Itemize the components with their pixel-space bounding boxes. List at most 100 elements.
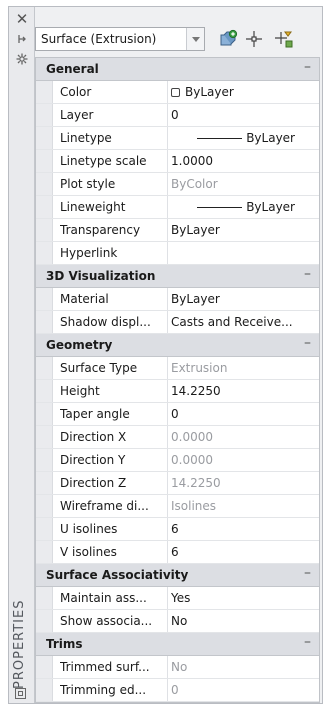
- row-gutter: [36, 610, 53, 632]
- object-type-dropdown[interactable]: Surface (Extrusion): [35, 27, 205, 51]
- section-general[interactable]: General –: [36, 58, 319, 81]
- column-divider: [167, 656, 168, 678]
- property-row-maintain-associativity[interactable]: Maintain ass... Yes: [36, 587, 319, 610]
- collapse-icon[interactable]: –: [304, 634, 311, 650]
- lineweight-value-text: ByLayer: [246, 200, 295, 214]
- column-divider: [167, 311, 168, 333]
- section-geometry[interactable]: Geometry –: [36, 334, 319, 357]
- autohide-icon[interactable]: [11, 33, 33, 49]
- property-value[interactable]: 6: [171, 522, 297, 536]
- property-value: 0.0000: [171, 453, 213, 467]
- properties-palette: ✕ PROPERTIES Surface (Extrusion) General…: [8, 6, 323, 704]
- row-gutter: [36, 81, 53, 103]
- property-row-transparency[interactable]: Transparency ByLayer: [36, 219, 319, 242]
- property-name: Hyperlink: [60, 246, 118, 260]
- property-grid: General – Color ByLayer Layer 0 Linetype…: [35, 57, 320, 703]
- property-row-height[interactable]: Height 14.2250: [36, 380, 319, 403]
- property-row-linetype[interactable]: Linetype ByLayer: [36, 127, 319, 150]
- section-title: Trims: [46, 637, 83, 651]
- property-row-trimming-edges: Trimming ed... 0: [36, 679, 319, 702]
- section-title: Surface Associativity: [46, 568, 189, 582]
- chevron-down-icon[interactable]: [186, 28, 204, 50]
- palette-title-bar[interactable]: ✕ PROPERTIES: [9, 7, 35, 703]
- property-name: U isolines: [60, 522, 118, 536]
- collapse-icon[interactable]: –: [304, 59, 311, 75]
- property-row-u-isolines[interactable]: U isolines 6: [36, 518, 319, 541]
- column-divider: [167, 518, 168, 540]
- section-3d-visualization[interactable]: 3D Visualization –: [36, 265, 319, 288]
- collapse-icon[interactable]: –: [304, 335, 311, 351]
- section-trims[interactable]: Trims –: [36, 633, 319, 656]
- column-divider: [167, 173, 168, 195]
- column-divider: [167, 403, 168, 425]
- property-row-hyperlink[interactable]: Hyperlink: [36, 242, 319, 265]
- property-name: Material: [60, 292, 109, 306]
- property-name: Layer: [60, 108, 94, 122]
- property-row-v-isolines[interactable]: V isolines 6: [36, 541, 319, 564]
- property-name: Lineweight: [60, 200, 126, 214]
- property-name: Plot style: [60, 177, 116, 191]
- property-value[interactable]: No: [171, 614, 297, 628]
- column-divider: [167, 104, 168, 126]
- property-name: Linetype: [60, 131, 112, 145]
- property-value[interactable]: 6: [171, 545, 297, 559]
- property-value[interactable]: ByLayer: [171, 131, 295, 145]
- row-gutter: [36, 127, 53, 149]
- property-value[interactable]: 14.2250: [171, 384, 297, 398]
- property-row-taper-angle[interactable]: Taper angle 0: [36, 403, 319, 426]
- property-name: Show associa...: [60, 614, 153, 628]
- property-row-direction-x: Direction X 0.0000: [36, 426, 319, 449]
- settings-icon[interactable]: [11, 53, 33, 69]
- property-value[interactable]: 0: [171, 407, 297, 421]
- property-value[interactable]: ByLayer: [171, 223, 297, 237]
- row-gutter: [36, 449, 53, 471]
- row-gutter: [36, 288, 53, 310]
- property-row-lineweight[interactable]: Lineweight ByLayer: [36, 196, 319, 219]
- property-value[interactable]: ByLayer: [171, 200, 295, 214]
- quick-select-icon[interactable]: [274, 29, 296, 51]
- column-divider: [167, 679, 168, 701]
- row-gutter: [36, 104, 53, 126]
- select-objects-icon[interactable]: [244, 29, 266, 51]
- row-gutter: [36, 495, 53, 517]
- property-name: Maintain ass...: [60, 591, 147, 605]
- property-value[interactable]: Casts and Receive...: [171, 315, 297, 329]
- property-row-layer[interactable]: Layer 0: [36, 104, 319, 127]
- row-gutter: [36, 242, 53, 264]
- property-row-trimmed-surface: Trimmed surf... No: [36, 656, 319, 679]
- linetype-value-text: ByLayer: [246, 131, 295, 145]
- column-divider: [167, 449, 168, 471]
- row-gutter: [36, 196, 53, 218]
- column-divider: [167, 426, 168, 448]
- column-divider: [167, 196, 168, 218]
- property-row-linetype-scale[interactable]: Linetype scale 1.0000: [36, 150, 319, 173]
- property-row-wireframe-display: Wireframe di... Isolines: [36, 495, 319, 518]
- row-gutter: [36, 403, 53, 425]
- property-row-show-associativity[interactable]: Show associa... No: [36, 610, 319, 633]
- property-row-shadow-display[interactable]: Shadow displ... Casts and Receive...: [36, 311, 319, 334]
- palette-title: PROPERTIES: [12, 599, 27, 689]
- column-divider: [167, 242, 168, 264]
- property-row-material[interactable]: Material ByLayer: [36, 288, 319, 311]
- property-value[interactable]: Yes: [171, 591, 297, 605]
- property-value: Extrusion: [171, 361, 228, 375]
- collapse-icon[interactable]: –: [304, 266, 311, 282]
- property-row-color[interactable]: Color ByLayer: [36, 81, 319, 104]
- column-divider: [167, 127, 168, 149]
- color-swatch-icon: [171, 88, 180, 97]
- properties-icon[interactable]: [15, 688, 26, 699]
- property-value[interactable]: ByLayer: [171, 85, 297, 99]
- property-value[interactable]: 0: [171, 108, 297, 122]
- section-title: Geometry: [46, 338, 113, 352]
- property-name: Trimmed surf...: [60, 660, 150, 674]
- property-value[interactable]: 1.0000: [171, 154, 297, 168]
- property-name: Direction X: [60, 430, 127, 444]
- collapse-icon[interactable]: –: [304, 565, 311, 581]
- property-value: Isolines: [171, 499, 217, 513]
- section-surface-associativity[interactable]: Surface Associativity –: [36, 564, 319, 587]
- close-icon[interactable]: ✕: [11, 11, 33, 27]
- property-value[interactable]: ByLayer: [171, 292, 297, 306]
- property-name: Direction Z: [60, 476, 127, 490]
- toggle-pickadd-icon[interactable]: [218, 29, 240, 51]
- property-name: V isolines: [60, 545, 117, 559]
